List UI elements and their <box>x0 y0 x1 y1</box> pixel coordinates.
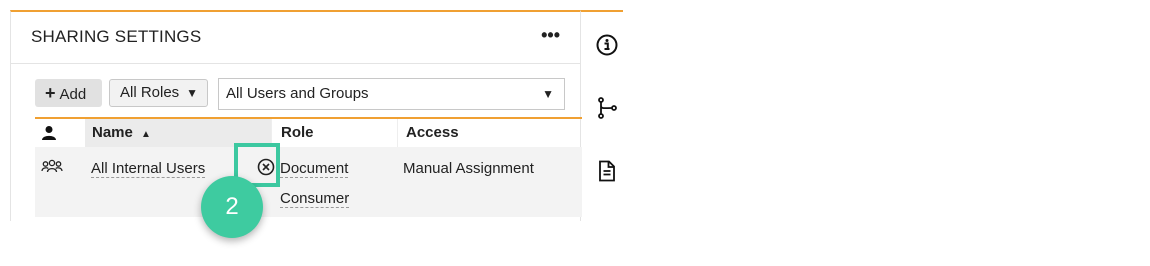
side-rail <box>581 10 623 221</box>
caret-down-icon: ▼ <box>542 87 554 101</box>
branch-icon[interactable] <box>596 97 618 119</box>
more-options-icon[interactable]: ••• <box>541 26 560 44</box>
roles-filter-select[interactable]: All Roles ▼ <box>109 79 208 107</box>
row-role-line-1[interactable]: Document <box>280 160 349 178</box>
row-access: Manual Assignment <box>403 160 534 177</box>
panel-title: SHARING SETTINGS <box>31 27 202 46</box>
access-column-header[interactable]: Access <box>397 119 582 147</box>
row-name-link[interactable]: All Internal Users <box>91 160 206 178</box>
sort-ascending-icon: ▲ <box>141 129 151 140</box>
users-groups-filter-select[interactable]: All Users and Groups ▼ <box>218 78 565 110</box>
name-header-label: Name <box>92 124 133 141</box>
role-column-header[interactable]: Role <box>271 119 397 147</box>
document-icon[interactable] <box>596 160 618 182</box>
row-role-line-2[interactable]: Consumer <box>280 190 350 208</box>
add-button-label: Add <box>59 86 87 103</box>
user-column-header <box>41 119 61 147</box>
table-row: All Internal Users Document Consumer Man… <box>35 147 582 217</box>
group-icon <box>41 159 63 175</box>
caret-down-icon: ▼ <box>186 86 198 100</box>
plus-icon: + <box>45 83 56 103</box>
toolbar: + Add All Roles ▼ All Users and Groups ▼ <box>35 77 575 110</box>
info-icon[interactable] <box>596 34 618 56</box>
step-badge: 2 <box>201 176 263 238</box>
add-button[interactable]: + Add <box>35 79 102 107</box>
roles-filter-value: All Roles <box>120 84 180 101</box>
panel-header: SHARING SETTINGS ••• <box>11 12 580 64</box>
users-groups-filter-value: All Users and Groups <box>226 85 369 102</box>
table-header: Name ▲ Role Access <box>35 117 582 147</box>
user-icon <box>42 126 56 140</box>
